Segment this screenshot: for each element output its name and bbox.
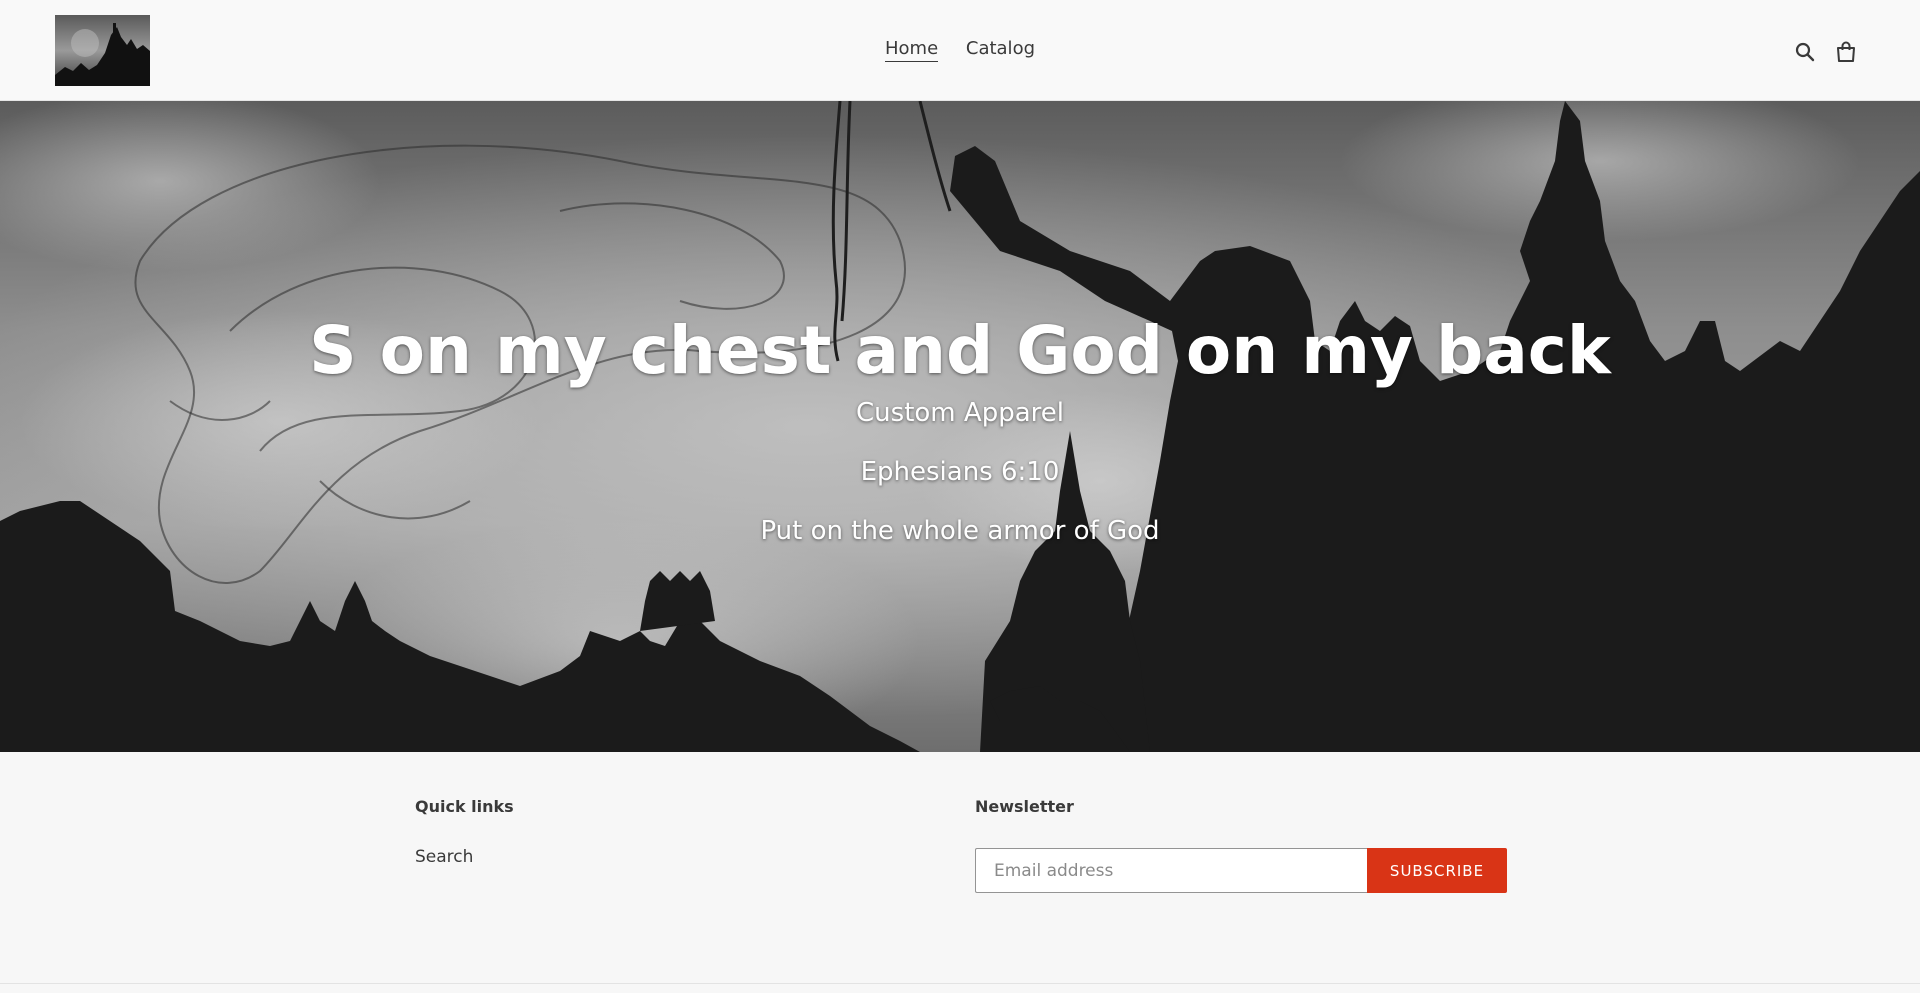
header-icons: [1793, 40, 1858, 64]
cart-icon: [1837, 41, 1855, 62]
email-address-input[interactable]: [975, 848, 1367, 893]
hero-title: S on my chest and God on my back: [309, 312, 1611, 389]
hero-content: S on my chest and God on my back Custom …: [0, 311, 1920, 547]
hero-scripture-reference: Ephesians 6:10: [860, 457, 1060, 487]
footer-divider: [0, 983, 1920, 984]
subscribe-button[interactable]: SUBSCRIBE: [1367, 848, 1507, 893]
nav-catalog-link[interactable]: Catalog: [966, 38, 1035, 61]
cart-button[interactable]: [1834, 40, 1858, 64]
hero-banner: S on my chest and God on my back Custom …: [0, 101, 1920, 752]
footer-search-link[interactable]: Search: [415, 847, 473, 867]
quick-links-heading: Quick links: [415, 797, 514, 816]
nav-home-link[interactable]: Home: [884, 38, 939, 62]
newsletter-form: SUBSCRIBE: [975, 848, 1507, 893]
newsletter-heading: Newsletter: [975, 797, 1074, 816]
main-nav: Home Catalog: [0, 38, 1920, 62]
search-button[interactable]: [1793, 40, 1817, 64]
hero-scripture-text: Put on the whole armor of God: [760, 516, 1160, 546]
search-icon: [1795, 42, 1815, 62]
hero-subtitle: Custom Apparel: [856, 398, 1064, 428]
site-footer: Quick links Search Newsletter SUBSCRIBE: [0, 752, 1920, 993]
site-header: Home Catalog: [0, 0, 1920, 101]
